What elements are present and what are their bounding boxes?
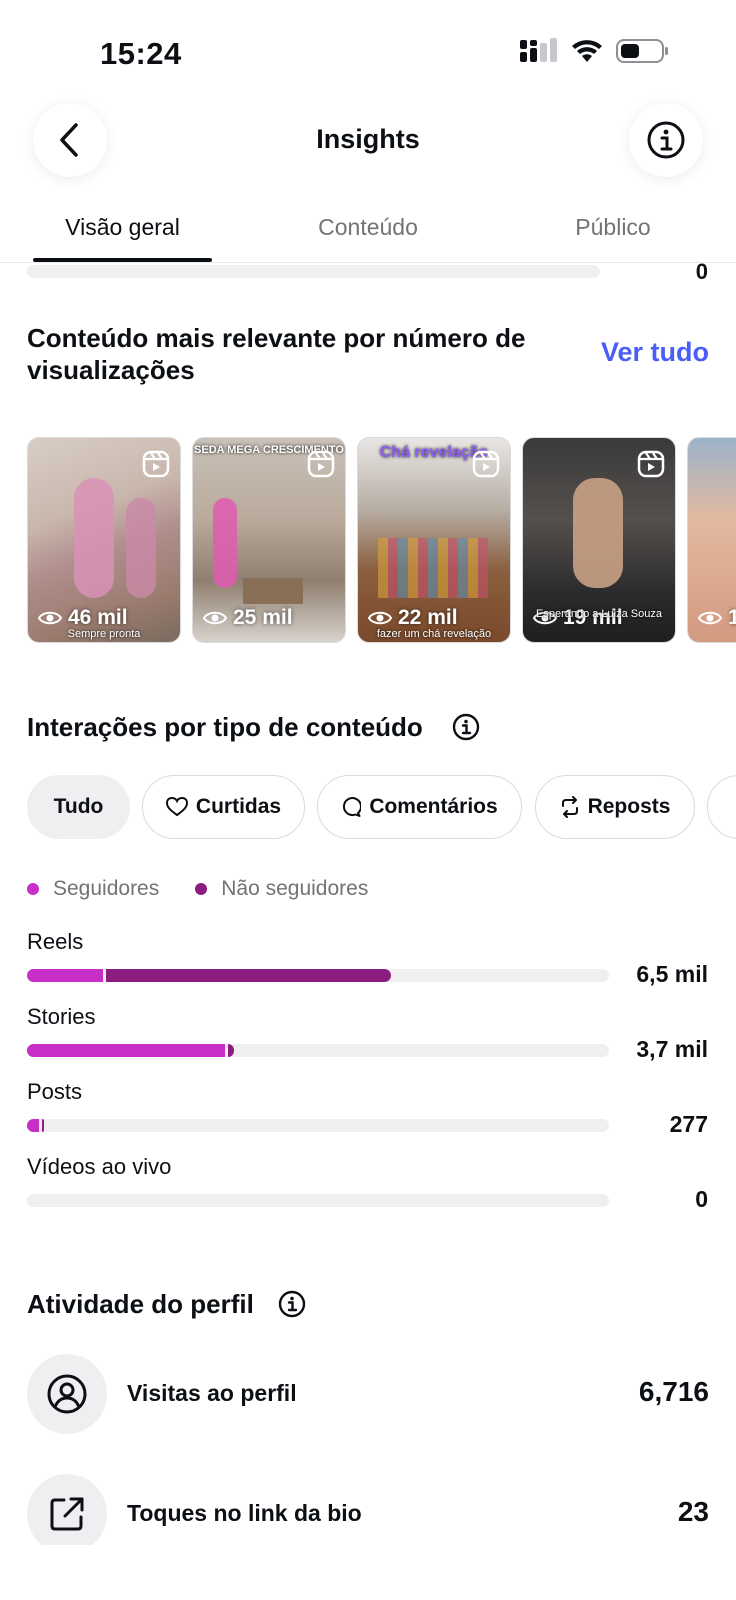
activity-label: Visitas ao perfil xyxy=(127,1380,297,1406)
partial-row-value: 0 xyxy=(695,259,708,284)
bar-track-reels[interactable] xyxy=(27,969,609,982)
activity-value: 23 xyxy=(677,1496,709,1527)
legend-label: Não seguidores xyxy=(221,877,369,900)
status-icons xyxy=(520,38,670,64)
legend-item-followers: Seguidores xyxy=(27,877,159,901)
view-count-text: 25 mil xyxy=(233,606,293,629)
eye-icon xyxy=(203,611,227,625)
view-count: 46 mil xyxy=(38,606,128,630)
view-count-text: 46 mil xyxy=(68,606,128,629)
reel-icon xyxy=(637,450,665,483)
content-thumbnail[interactable]: 1 xyxy=(687,437,736,643)
active-tab-indicator xyxy=(33,258,212,262)
legend-item-nonfollowers: Não seguidores xyxy=(195,877,368,901)
filter-chip-likes[interactable]: Curtidas xyxy=(142,775,305,839)
filter-chip-all[interactable]: Tudo xyxy=(27,775,130,839)
bar-track-posts[interactable] xyxy=(27,1119,609,1132)
bar-segment-followers xyxy=(27,1044,225,1057)
page-title: Insights xyxy=(316,124,420,154)
top-nav-bar: Insights xyxy=(0,100,736,180)
wifi-icon xyxy=(572,40,602,62)
activity-label: Toques no link da bio xyxy=(127,1500,362,1526)
view-count-text: 1 xyxy=(728,606,736,630)
view-count: 25 mil xyxy=(203,606,293,630)
content-thumbnail[interactable]: 19 mil Esperando a Luiza Souza xyxy=(522,437,676,643)
bar-label-stories: Stories xyxy=(27,1004,96,1029)
bar-segment-followers xyxy=(27,969,103,982)
bar-segment-nonfollowers xyxy=(227,1044,234,1057)
filter-chip-more[interactable] xyxy=(707,775,736,839)
info-button[interactable] xyxy=(629,103,703,177)
partial-progress-track xyxy=(27,265,600,278)
top-content-carousel[interactable]: 46 mil Sempre pronta SEDA MEGA CRESCIMEN… xyxy=(27,437,736,643)
bar-track-live[interactable] xyxy=(27,1194,609,1207)
bar-segment-nonfollowers xyxy=(41,1119,44,1132)
insights-tabs: Visão geral Conteúdo Público xyxy=(0,196,736,263)
see-all-link[interactable]: Ver tudo xyxy=(601,337,709,368)
tab-audience[interactable]: Público xyxy=(522,214,704,241)
reel-icon xyxy=(142,450,170,483)
chart-legend: Seguidores Não seguidores xyxy=(27,877,368,901)
filter-chip-comments[interactable]: Comentários xyxy=(317,775,522,839)
info-icon[interactable] xyxy=(278,1290,306,1318)
info-icon[interactable] xyxy=(452,713,480,741)
content-thumbnail[interactable]: SEDA MEGA CRESCIMENTO 25 mil xyxy=(192,437,346,643)
bar-value-live: 0 xyxy=(695,1186,708,1212)
repost-icon xyxy=(561,796,578,818)
profile-visits-row[interactable]: Visitas ao perfil 6,716 xyxy=(27,1354,709,1434)
bar-value-posts: 277 xyxy=(669,1111,708,1137)
status-time: 15:24 xyxy=(100,36,182,71)
tab-content[interactable]: Conteúdo xyxy=(277,214,459,241)
chip-label: Tudo xyxy=(53,795,104,818)
external-link-icon-wrap xyxy=(27,1474,107,1554)
content-thumbnail[interactable]: Chá revelação 22 mil fazer um chá revela… xyxy=(357,437,511,643)
external-link-icon xyxy=(50,1497,84,1531)
profile-activity-title-text: Atividade do perfil xyxy=(27,1289,254,1319)
filter-chip-reposts[interactable]: Reposts xyxy=(535,775,695,839)
thumbnail-caption: fazer um chá revelação xyxy=(376,628,492,640)
info-icon xyxy=(647,121,685,159)
activity-value: 6,716 xyxy=(638,1376,709,1407)
profile-activity-title: Atividade do perfil xyxy=(27,1288,254,1320)
comment-icon xyxy=(343,797,362,817)
bio-link-taps-row[interactable]: Toques no link da bio 23 xyxy=(27,1474,709,1554)
profile-icon xyxy=(47,1374,87,1414)
bar-value-reels: 6,5 mil xyxy=(636,961,708,987)
heart-icon xyxy=(165,797,188,817)
eye-icon xyxy=(698,611,722,625)
bar-label-live: Vídeos ao vivo xyxy=(27,1154,172,1179)
reel-icon xyxy=(472,450,500,483)
view-count: 22 mil xyxy=(368,606,458,630)
thumbnail-caption: Sempre pronta xyxy=(67,628,141,640)
battery-icon xyxy=(616,39,668,63)
bar-label-reels: Reels xyxy=(27,929,84,954)
bottom-fade xyxy=(0,1545,736,1600)
interaction-filter-chips: Tudo Curtidas Comentários Reposts xyxy=(27,775,736,841)
interactions-title-text: Interações por tipo de conteúdo xyxy=(27,712,423,742)
profile-icon-wrap xyxy=(27,1354,107,1434)
legend-dot-nonfollowers xyxy=(195,883,208,895)
tab-overview[interactable]: Visão geral xyxy=(33,214,212,241)
chip-label: Curtidas xyxy=(195,795,282,818)
reel-icon xyxy=(307,450,335,483)
bar-label-posts: Posts xyxy=(27,1079,83,1104)
legend-label: Seguidores xyxy=(53,877,160,900)
chip-label: Reposts xyxy=(587,795,671,818)
cellular-signal-icon xyxy=(520,38,557,62)
view-count: 1 xyxy=(698,606,736,630)
bar-segment-followers xyxy=(27,1119,39,1132)
top-content-title: Conteúdo mais relevante por número de vi… xyxy=(27,323,526,385)
chip-label: Comentários xyxy=(369,795,498,818)
legend-dot-followers xyxy=(27,883,39,895)
content-thumbnail[interactable]: 46 mil Sempre pronta xyxy=(27,437,181,643)
eye-icon xyxy=(368,611,392,625)
bar-segment-nonfollowers xyxy=(105,969,391,982)
status-bar: 15:24 xyxy=(0,0,736,100)
bar-track-stories[interactable] xyxy=(27,1044,609,1057)
thumbnail-caption: Esperando a Luiza Souza xyxy=(536,608,662,620)
interactions-title: Interações por tipo de conteúdo xyxy=(27,711,423,743)
eye-icon xyxy=(38,611,62,625)
view-count-text: 22 mil xyxy=(398,606,458,629)
bar-value-stories: 3,7 mil xyxy=(636,1036,708,1062)
